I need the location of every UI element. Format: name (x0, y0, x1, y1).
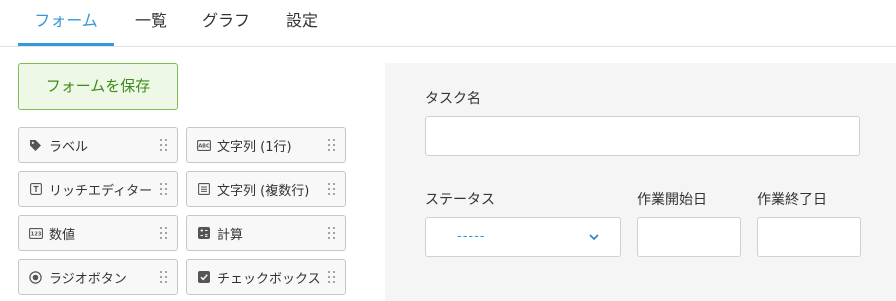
drag-handle-icon[interactable] (328, 183, 336, 196)
multiline-text-icon (196, 182, 211, 197)
start-date-input[interactable] (637, 217, 741, 257)
end-date-input[interactable] (757, 217, 861, 257)
number-icon: 123 (28, 226, 43, 241)
status-selected-value: ----- (457, 229, 486, 244)
rich-text-icon (28, 182, 43, 197)
svg-text:123: 123 (30, 231, 41, 237)
drag-handle-icon[interactable] (328, 227, 336, 240)
task-name-label: タスク名 (425, 91, 481, 107)
palette-item-calculation[interactable]: 計算 (186, 215, 346, 251)
tab-settings[interactable]: 設定 (284, 0, 320, 46)
drag-handle-icon[interactable] (160, 227, 168, 240)
palette-item-rich-editor[interactable]: リッチエディター (18, 171, 178, 207)
end-date-label: 作業終了日 (757, 192, 827, 208)
drag-handle-icon[interactable] (160, 183, 168, 196)
palette-item-text: 文字列 (1行) (217, 139, 292, 155)
radio-icon (28, 270, 43, 285)
palette-item-label[interactable]: ラベル (18, 127, 178, 163)
palette-item-text: 数値 (49, 227, 76, 243)
form-canvas: タスク名 ステータス ----- 作業開始日 作業終了日 (385, 63, 896, 301)
task-name-input[interactable] (425, 116, 860, 156)
palette-item-text: ラベル (49, 139, 89, 155)
tab-graph[interactable]: グラフ (199, 0, 253, 46)
drag-handle-icon[interactable] (160, 271, 168, 284)
drag-handle-icon[interactable] (328, 139, 336, 152)
checkbox-icon (196, 270, 211, 285)
palette-item-text: ラジオボタン (49, 271, 127, 287)
tab-list[interactable]: 一覧 (132, 0, 170, 46)
status-select[interactable]: ----- (425, 217, 621, 257)
palette-item-number[interactable]: 123 数値 (18, 215, 178, 251)
text-field-icon: ABC (196, 138, 211, 153)
calculator-icon (196, 226, 211, 241)
palette-item-multi-line-text[interactable]: 文字列 (複数行) (186, 171, 346, 207)
drag-handle-icon[interactable] (160, 139, 168, 152)
tag-icon (28, 138, 43, 153)
palette-item-text: 計算 (217, 227, 244, 243)
tab-bar: フォーム 一覧 グラフ 設定 (0, 0, 896, 47)
drag-handle-icon[interactable] (328, 271, 336, 284)
start-date-label: 作業開始日 (637, 192, 707, 208)
palette-item-text: 文字列 (複数行) (217, 183, 310, 199)
palette-item-checkbox[interactable]: チェックボックス (186, 259, 346, 295)
palette-item-radio-button[interactable]: ラジオボタン (18, 259, 178, 295)
save-form-button[interactable]: フォームを保存 (18, 63, 178, 110)
status-label: ステータス (425, 192, 495, 208)
palette-item-text: チェックボックス (217, 271, 321, 287)
svg-text:ABC: ABC (198, 143, 210, 149)
tab-form[interactable]: フォーム (18, 0, 114, 46)
chevron-down-icon (589, 234, 599, 241)
palette-item-single-line-text[interactable]: ABC 文字列 (1行) (186, 127, 346, 163)
palette-item-text: リッチエディター (49, 183, 153, 199)
